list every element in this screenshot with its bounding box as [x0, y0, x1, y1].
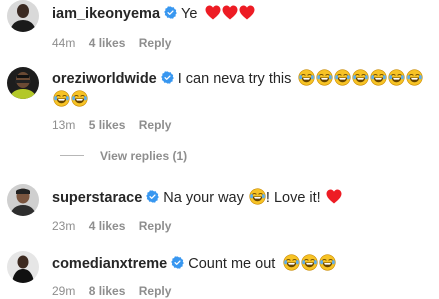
view-replies-label[interactable]: View replies (1) — [100, 149, 187, 163]
laughing-emoji-icon — [388, 69, 405, 86]
likes-count[interactable]: 8 likes — [89, 284, 126, 298]
avatar[interactable] — [7, 67, 39, 99]
heart-emoji-icon — [239, 5, 255, 20]
heart-emoji-icon — [326, 189, 342, 204]
laughing-emoji-icon — [316, 69, 333, 86]
username[interactable]: superstarace — [52, 190, 142, 206]
comment-item: oreziworldwide I can neva try this 13m 5 … — [0, 67, 439, 137]
verified-badge-icon — [171, 256, 184, 269]
comment-text: I can neva try this — [177, 71, 292, 87]
comment-text: Ye — [181, 6, 198, 22]
comment-time: 23m — [52, 219, 76, 233]
reply-button[interactable]: Reply — [139, 118, 172, 132]
laughing-emoji-icon — [283, 254, 300, 271]
comment-time: 44m — [52, 36, 76, 50]
avatar[interactable] — [7, 0, 39, 32]
laughing-emoji-icon — [319, 254, 336, 271]
likes-count[interactable]: 5 likes — [89, 118, 126, 132]
reply-button[interactable]: Reply — [139, 219, 172, 233]
view-replies-button[interactable]: View replies (1) — [60, 149, 187, 163]
comment-item: comedianxtreme Count me out 29m 8 likes R… — [0, 251, 439, 298]
comment-time: 29m — [52, 284, 76, 298]
username[interactable]: comedianxtreme — [52, 256, 167, 272]
comment-item: superstarace Na your way ! Love it! 23m 4… — [0, 184, 439, 234]
replies-divider — [60, 155, 84, 156]
reply-button[interactable]: Reply — [139, 36, 172, 50]
laughing-emoji-icon — [352, 69, 369, 86]
likes-count[interactable]: 4 likes — [89, 219, 126, 233]
heart-emoji-icon — [205, 5, 221, 20]
reply-button[interactable]: Reply — [139, 284, 172, 298]
laughing-emoji-icon — [301, 254, 318, 271]
verified-badge-icon — [164, 6, 177, 19]
comment-time: 13m — [52, 118, 76, 132]
laughing-emoji-icon — [370, 69, 387, 86]
verified-badge-icon — [146, 190, 159, 203]
comment-text-continued: ! Love it! — [265, 190, 321, 206]
avatar[interactable] — [7, 251, 39, 283]
comment-text: Count me out — [188, 256, 276, 272]
laughing-emoji-icon — [53, 90, 70, 107]
laughing-emoji-icon — [249, 188, 266, 205]
verified-badge-icon — [161, 71, 174, 84]
laughing-emoji-icon — [71, 90, 88, 107]
comment-text: Na your way — [163, 190, 244, 206]
laughing-emoji-icon — [334, 69, 351, 86]
comment-item: iam_ikeonyema Ye 44m 4 likes Reply — [0, 0, 439, 50]
avatar[interactable] — [7, 184, 39, 216]
laughing-emoji-icon — [298, 69, 315, 86]
username[interactable]: iam_ikeonyema — [52, 6, 160, 22]
heart-emoji-icon — [222, 5, 238, 20]
laughing-emoji-icon — [406, 69, 423, 86]
likes-count[interactable]: 4 likes — [89, 36, 126, 50]
username[interactable]: oreziworldwide — [52, 71, 157, 87]
